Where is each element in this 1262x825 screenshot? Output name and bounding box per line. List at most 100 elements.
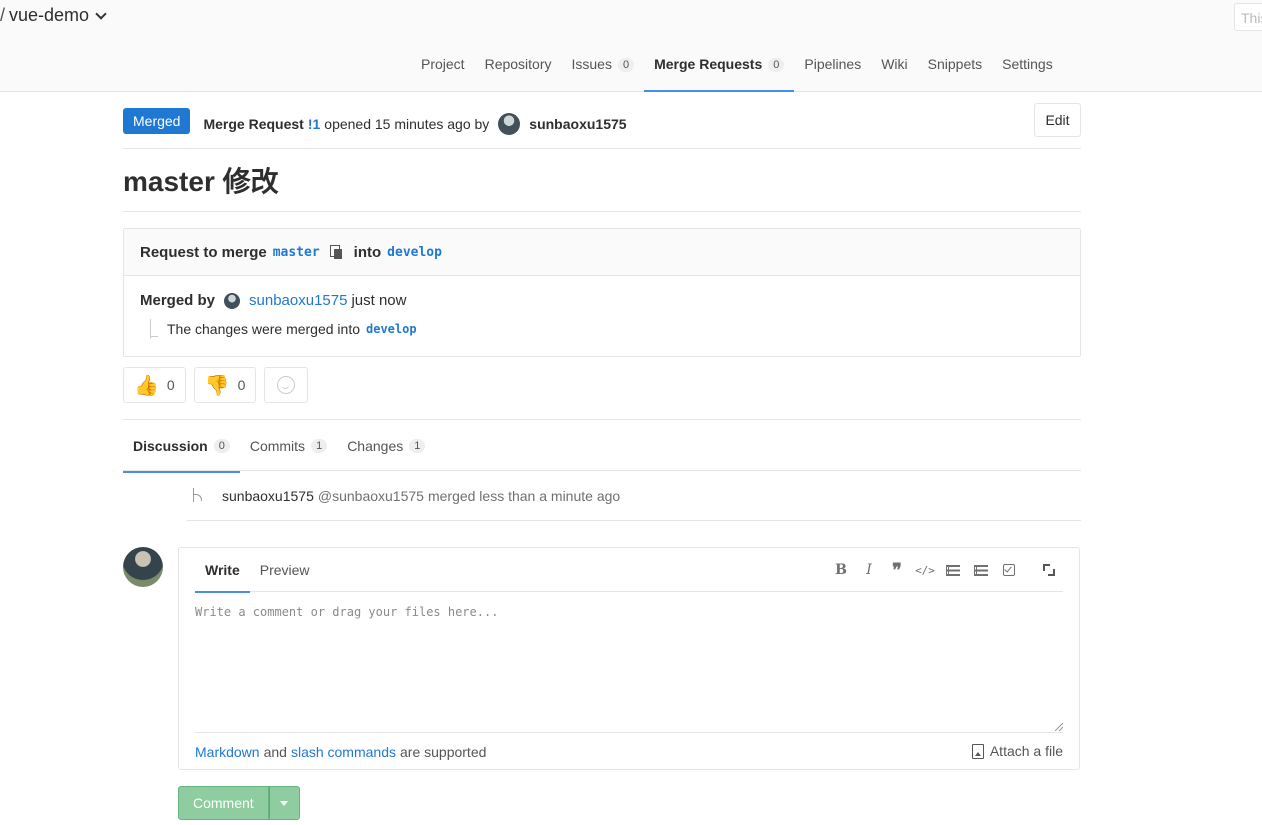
mr-author[interactable]: sunbaoxu1575 xyxy=(529,116,626,132)
nav-pipelines[interactable]: Pipelines xyxy=(794,56,871,92)
tab-label: Changes xyxy=(347,438,404,454)
edit-button[interactable]: Edit xyxy=(1034,103,1081,137)
tab-commits[interactable]: Commits 1 xyxy=(240,420,337,472)
attach-file-button[interactable]: Attach a file xyxy=(971,743,1063,759)
note-action: merged less than a minute ago xyxy=(427,488,621,504)
italic-icon[interactable]: I xyxy=(855,556,883,584)
nav-label: Project xyxy=(421,56,465,72)
search-placeholder: This xyxy=(1241,10,1262,26)
merged-sub-branch[interactable]: develop xyxy=(366,322,417,336)
file-image-icon xyxy=(971,743,984,759)
target-branch[interactable]: develop xyxy=(387,245,442,260)
project-slash: / xyxy=(0,5,6,25)
attach-label: Attach a file xyxy=(989,743,1063,759)
comment-textarea[interactable] xyxy=(195,593,1063,733)
comment-button[interactable]: Comment xyxy=(178,786,269,820)
merger-avatar[interactable] xyxy=(224,292,241,309)
task-list-icon[interactable] xyxy=(995,556,1023,584)
nav-repository[interactable]: Repository xyxy=(475,56,562,92)
chevron-down-icon[interactable] xyxy=(95,7,107,20)
caret-down-icon xyxy=(280,800,289,806)
markdown-toolbar: B I ❞ </> xyxy=(827,548,1063,592)
merged-by-label: Merged by xyxy=(140,292,216,309)
footer-supported: are supported xyxy=(400,744,487,760)
merged-sub: The changes were merged into develop xyxy=(150,319,1064,339)
thumbs-up-button[interactable]: 👍 0 xyxy=(123,367,186,403)
nav-label: Wiki xyxy=(881,56,908,72)
issues-count-badge: 0 xyxy=(617,58,635,72)
into-label: into xyxy=(353,243,382,261)
mr-tabs: Discussion 0 Commits 1 Changes 1 xyxy=(123,419,1081,473)
project-title[interactable]: / vue-demo xyxy=(0,5,107,26)
resize-handle[interactable] xyxy=(1055,723,1063,731)
footer-and: and xyxy=(263,744,287,760)
nav-label: Snippets xyxy=(927,56,983,72)
tab-count-badge: 0 xyxy=(213,439,230,453)
status-badge: Merged xyxy=(123,108,191,134)
thumbs-down-button[interactable]: 👎 0 xyxy=(193,367,257,403)
tab-label: Commits xyxy=(249,438,306,454)
code-icon[interactable]: </> xyxy=(911,556,939,584)
fullscreen-icon[interactable] xyxy=(1035,556,1063,584)
merger-name[interactable]: sunbaoxu1575 xyxy=(249,292,347,309)
thumbs-up-icon: 👍 xyxy=(134,374,159,397)
nav-snippets[interactable]: Snippets xyxy=(918,56,992,92)
nav-label: Issues xyxy=(571,56,612,72)
quote-icon[interactable]: ❞ xyxy=(883,556,911,584)
note-author[interactable]: sunbaoxu1575 xyxy=(222,488,314,504)
tab-discussion[interactable]: Discussion 0 xyxy=(123,420,240,473)
nav-label: Merge Requests xyxy=(654,56,763,72)
source-branch[interactable]: master xyxy=(273,245,320,260)
nav-wiki[interactable]: Wiki xyxy=(871,56,917,92)
add-reaction-button[interactable] xyxy=(264,367,309,403)
widget-header: Request to merge master into develop xyxy=(124,229,1080,276)
mr-label: Merge Request xyxy=(203,116,304,132)
merge-widget: Request to merge master into develop Mer… xyxy=(123,228,1081,357)
nav-settings[interactable]: Settings xyxy=(992,56,1063,92)
tab-write[interactable]: Write xyxy=(195,548,250,593)
tab-count-badge: 1 xyxy=(409,439,426,453)
git-merge-icon xyxy=(191,488,205,504)
search-input[interactable]: This xyxy=(1234,3,1262,31)
system-note: sunbaoxu1575 @sunbaoxu1575 merged less t… xyxy=(187,472,1081,521)
numbered-list-icon[interactable] xyxy=(967,556,995,584)
mr-id[interactable]: !1 xyxy=(308,116,320,132)
nav-merge-requests[interactable]: Merge Requests 0 xyxy=(644,56,795,92)
mr-meta: Merge Request !1 opened 15 minutes ago b… xyxy=(203,113,627,135)
widget-body: Merged by sunbaoxu1575 just now The chan… xyxy=(124,276,1080,339)
slash-commands-link[interactable]: slash commands xyxy=(291,744,396,760)
award-emoji-bar: 👍 0 👎 0 xyxy=(123,367,309,403)
nav-label: Pipelines xyxy=(804,56,862,72)
thumbs-up-count: 0 xyxy=(166,377,175,393)
nav-label: Repository xyxy=(484,56,552,72)
copy-icon[interactable] xyxy=(329,245,344,259)
project-name[interactable]: vue-demo xyxy=(9,5,89,26)
smile-icon xyxy=(277,376,296,394)
tab-preview[interactable]: Preview xyxy=(250,548,320,592)
request-prefix: Request to merge xyxy=(140,243,267,261)
merged-when: just now xyxy=(351,292,407,309)
merged-sub-text: The changes were merged into xyxy=(167,321,360,337)
thumbs-down-icon: 👎 xyxy=(204,374,230,397)
bullet-list-icon[interactable] xyxy=(939,556,967,584)
nav-label: Settings xyxy=(1002,56,1053,72)
mr-header: Merged Merge Request !1 opened 15 minute… xyxy=(123,103,1081,149)
note-handle[interactable]: @sunbaoxu1575 xyxy=(318,488,424,504)
merged-line: Merged by sunbaoxu1575 just now xyxy=(140,292,1064,309)
current-user-avatar[interactable] xyxy=(123,547,163,587)
comment-form: Write Preview B I ❞ </> Markdown and sla… xyxy=(178,547,1080,770)
project-nav: Project Repository Issues 0 Merge Request… xyxy=(411,56,1063,92)
top-bar: / vue-demo This Project Repository Issue… xyxy=(0,0,1262,92)
tab-label: Discussion xyxy=(133,438,208,454)
bold-icon[interactable]: B xyxy=(827,556,855,584)
tab-changes[interactable]: Changes 1 xyxy=(337,420,435,472)
markdown-link[interactable]: Markdown xyxy=(195,744,260,760)
comment-type-dropdown[interactable] xyxy=(268,786,300,820)
author-avatar[interactable] xyxy=(498,113,521,135)
comment-tabs: Write Preview B I ❞ </> xyxy=(195,548,1063,593)
comment-footer: Markdown and slash commands are supporte… xyxy=(195,741,1063,763)
nav-project[interactable]: Project xyxy=(411,56,475,92)
mr-opened-text: opened 15 minutes ago by xyxy=(324,116,490,132)
nav-issues[interactable]: Issues 0 xyxy=(562,56,645,92)
thumbs-down-count: 0 xyxy=(237,377,246,393)
